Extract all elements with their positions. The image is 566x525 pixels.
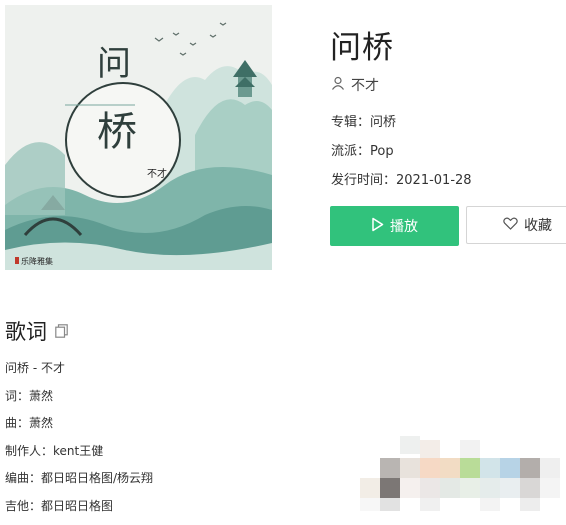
cover-title-char-2: 桥 xyxy=(97,109,137,155)
lyric-line: 词：萧然 xyxy=(5,388,153,416)
lyric-line: 曲：萧然 xyxy=(5,415,153,443)
copy-icon[interactable] xyxy=(55,319,68,343)
album-cover[interactable]: 问 桥 不才 乐降雅集 xyxy=(5,5,272,270)
cover-brand: 乐降雅集 xyxy=(21,256,53,266)
album-link[interactable]: 问桥 xyxy=(370,115,396,130)
release-date: 2021-01-28 xyxy=(396,173,472,188)
artist-name[interactable]: 不才 xyxy=(351,75,379,95)
song-title: 问桥 xyxy=(330,22,394,67)
cover-title-char-1: 问 xyxy=(97,44,131,84)
cover-artist: 不才 xyxy=(147,167,167,180)
genre-label: 流派： xyxy=(331,144,370,159)
lyric-line: 制作人：kent王健 xyxy=(5,443,153,471)
play-label: 播放 xyxy=(390,216,418,236)
artist-row[interactable]: 不才 xyxy=(331,75,379,95)
genre-value: Pop xyxy=(370,144,394,159)
album-row: 专辑：问桥 xyxy=(331,111,396,130)
lyrics-body: 问桥 - 不才 词：萧然 曲：萧然 制作人：kent王健 编曲：都日昭日格图/杨… xyxy=(5,360,153,525)
heart-icon xyxy=(503,217,518,234)
user-icon xyxy=(331,76,345,94)
genre-row: 流派：Pop xyxy=(331,140,394,159)
lyric-line: 编曲：都日昭日格图/杨云翔 xyxy=(5,470,153,498)
release-row: 发行时间：2021-01-28 xyxy=(331,169,472,188)
lyrics-heading-text: 歌词 xyxy=(5,316,47,346)
play-icon xyxy=(371,217,384,236)
album-label: 专辑： xyxy=(331,115,370,130)
lyric-line: 问桥 - 不才 xyxy=(5,360,153,388)
decorative-mosaic xyxy=(360,436,566,511)
release-label: 发行时间： xyxy=(331,173,396,188)
lyric-line: 吉他：都日昭日格图 xyxy=(5,498,153,525)
album-cover-art: 问 桥 不才 乐降雅集 xyxy=(5,5,272,270)
lyrics-heading: 歌词 xyxy=(5,316,68,346)
favorite-button[interactable]: 收藏 xyxy=(466,206,566,244)
favorite-label: 收藏 xyxy=(524,215,552,235)
brand-seal-icon xyxy=(15,257,19,264)
play-button[interactable]: 播放 xyxy=(330,206,459,246)
